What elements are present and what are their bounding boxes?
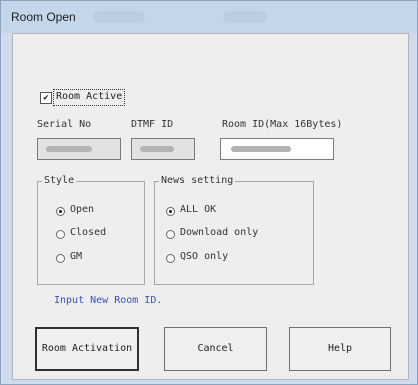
news-qso-only-radio[interactable] bbox=[166, 254, 175, 263]
room-active-checkbox[interactable]: ✔ bbox=[40, 92, 52, 104]
help-button[interactable]: Help bbox=[289, 327, 391, 371]
news-qso-only-label: QSO only bbox=[180, 251, 229, 262]
dtmf-id-field[interactable] bbox=[131, 138, 195, 160]
dialog-client-area: ✔ Room Active Serial No DTMF ID Room ID(… bbox=[12, 33, 409, 380]
title-bar[interactable]: Room Open bbox=[1, 1, 417, 33]
news-all-ok-label: ALL OK bbox=[180, 204, 217, 215]
news-download-only-label: Download only bbox=[180, 227, 259, 238]
serial-no-label: Serial No bbox=[37, 119, 92, 130]
dtmf-id-label: DTMF ID bbox=[131, 119, 174, 130]
room-id-field[interactable] bbox=[220, 138, 334, 160]
status-message: Input New Room ID. bbox=[54, 295, 163, 306]
style-open-label: Open bbox=[70, 204, 95, 215]
style-groupbox: Style Open Closed GM bbox=[37, 175, 145, 285]
title-blur-1 bbox=[93, 11, 145, 23]
room-activation-button[interactable]: Room Activation bbox=[35, 327, 139, 371]
room-active-label: Room Active bbox=[56, 91, 123, 102]
room-open-window: Room Open ✔ Room Active Serial No DTMF I… bbox=[0, 0, 418, 385]
news-download-only-radio[interactable] bbox=[166, 230, 175, 239]
style-gm-radio[interactable] bbox=[56, 254, 65, 263]
title-blur-2 bbox=[223, 11, 267, 23]
room-id-blurred-value bbox=[231, 146, 291, 152]
dtmf-id-blurred-value bbox=[140, 146, 174, 152]
style-gm-label: GM bbox=[70, 251, 83, 262]
style-open-radio[interactable] bbox=[56, 207, 65, 216]
news-setting-groupbox: News setting ALL OK Download only QSO on… bbox=[154, 175, 314, 285]
cancel-button[interactable]: Cancel bbox=[164, 327, 267, 371]
style-closed-radio[interactable] bbox=[56, 230, 65, 239]
news-setting-legend: News setting bbox=[159, 175, 236, 186]
style-legend: Style bbox=[42, 175, 77, 186]
news-all-ok-radio[interactable] bbox=[166, 207, 175, 216]
serial-no-blurred-value bbox=[46, 146, 92, 152]
serial-no-field[interactable] bbox=[37, 138, 121, 160]
style-closed-label: Closed bbox=[70, 227, 107, 238]
room-id-label: Room ID(Max 16Bytes) bbox=[222, 119, 343, 130]
window-title: Room Open bbox=[11, 10, 76, 24]
